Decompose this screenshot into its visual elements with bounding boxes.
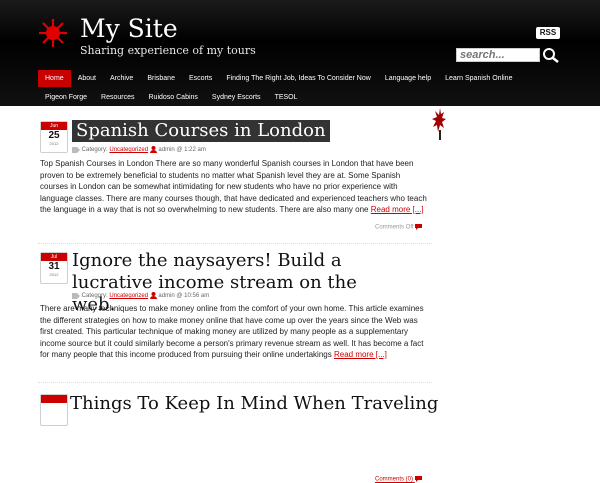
nav-item-escorts[interactable]: Escorts [182, 70, 219, 87]
nav-item-resources[interactable]: Resources [94, 89, 141, 106]
comments-text[interactable]: Comments (0) [375, 477, 413, 483]
post-date-badge [40, 394, 68, 426]
nav-row-1: Home About Archive Brisbane Escorts Finding T… [38, 70, 519, 87]
post-meta: Category: Uncategorized admin @ 10:56 am [72, 292, 209, 299]
nav-item-tesol[interactable]: TESOL [268, 89, 305, 106]
nav-item-ruidoso-cabins[interactable]: Ruidoso Cabins [142, 89, 205, 106]
nav-item-learn-spanish-online[interactable]: Learn Spanish Online [438, 70, 519, 87]
nav-item-pigeon-forge[interactable]: Pigeon Forge [38, 89, 94, 106]
comments-link[interactable]: Comments (0) [375, 476, 422, 483]
comments-text: Comments Off [375, 224, 414, 231]
post-divider [38, 243, 432, 244]
date-year: 2012 [49, 272, 59, 277]
comment-icon [415, 224, 423, 230]
comments-status: Comments Off [375, 224, 423, 231]
comment-icon [414, 476, 422, 482]
post-excerpt: There are many techniques to make money … [40, 303, 430, 361]
sun-logo-icon[interactable] [38, 18, 68, 48]
post-title[interactable]: Spanish Courses in London [72, 120, 330, 142]
date-month: Jul [41, 253, 67, 261]
rss-button[interactable]: RSS [536, 27, 560, 39]
date-year: 2012 [49, 141, 59, 146]
category-label: Category: [81, 147, 108, 154]
site-title[interactable]: My Site [80, 14, 178, 44]
post-divider [38, 382, 432, 383]
post-date-badge: Jul 31 2012 [40, 252, 68, 284]
post-date-badge: Jun 25 2012 [40, 121, 68, 153]
post-excerpt: Top Spanish Courses in London There are … [40, 158, 430, 216]
nav-item-archive[interactable]: Archive [103, 70, 140, 87]
nav-item-sydney-escorts[interactable]: Sydney Escorts [205, 89, 268, 106]
author-name: admin [158, 293, 175, 300]
author-name: admin [158, 147, 175, 154]
nav-item-about[interactable]: About [71, 70, 103, 87]
date-month [41, 395, 67, 403]
category-link[interactable]: Uncategorized [109, 147, 148, 153]
author-icon [149, 146, 157, 153]
tag-icon [72, 146, 80, 153]
site-header: My Site Sharing experience of my tours R… [0, 0, 600, 106]
nav-item-home[interactable]: Home [38, 70, 71, 87]
read-more-link[interactable]: Read more [...] [334, 350, 387, 359]
nav-item-brisbane[interactable]: Brisbane [140, 70, 182, 87]
date-day: 31 [48, 261, 60, 272]
read-more-link[interactable]: Read more [...] [371, 205, 424, 214]
post-time: @ 1:22 am [176, 147, 206, 154]
post-meta: Category: Uncategorized admin @ 1:22 am [72, 146, 206, 153]
category-label: Category: [81, 293, 108, 300]
post-title[interactable]: Things To Keep In Mind When Traveling [70, 393, 438, 414]
nav-item-language-help[interactable]: Language help [378, 70, 438, 87]
nav-row-2: Pigeon Forge Resources Ruidoso Cabins Sydne… [38, 89, 305, 106]
search-input[interactable] [456, 48, 540, 62]
site-tagline: Sharing experience of my tours [80, 44, 256, 57]
author-icon [149, 292, 157, 299]
date-day: 25 [48, 130, 60, 141]
post-excerpt-text: Top Spanish Courses in London There are … [40, 159, 427, 214]
post-time: @ 10:56 am [176, 293, 210, 300]
category-link[interactable]: Uncategorized [109, 293, 148, 299]
decorative-splash-icon [432, 108, 446, 140]
nav-item-finding-the-right-job-ideas-to-consider-now[interactable]: Finding The Right Job, Ideas To Consider… [219, 70, 378, 87]
tag-icon [72, 292, 80, 299]
search-icon[interactable] [542, 47, 560, 63]
date-month: Jun [41, 122, 67, 130]
